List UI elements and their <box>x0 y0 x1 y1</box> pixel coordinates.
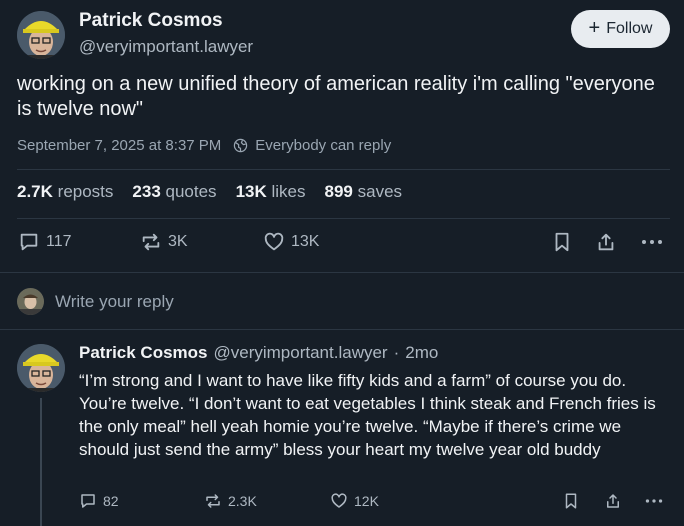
share-icon <box>607 494 619 508</box>
reply-text: “I’m strong and I want to have like fift… <box>79 371 656 459</box>
quotes-stat[interactable]: 233 quotes <box>132 182 216 202</box>
reply-header: Patrick Cosmos @veryimportant.lawyer · 2… <box>79 343 438 363</box>
reply-count: 117 <box>46 233 72 250</box>
like-count: 13K <box>291 233 320 250</box>
author-avatar[interactable] <box>17 11 65 59</box>
more-icon <box>645 499 663 503</box>
reposts-stat[interactable]: 2.7K reposts <box>17 182 113 202</box>
like-action[interactable]: 13K <box>263 231 319 253</box>
reply-separator: · <box>393 343 400 362</box>
plus-icon: + <box>588 17 601 39</box>
globe-icon <box>233 138 248 153</box>
post-date[interactable]: September 7, 2025 at 8:37 PM <box>17 137 221 154</box>
divider <box>0 272 684 273</box>
divider <box>17 218 670 219</box>
more-icon <box>642 240 662 244</box>
reply-bookmark-button[interactable] <box>562 492 580 510</box>
share-button[interactable] <box>595 231 617 253</box>
reply-repost-count: 2.3K <box>228 493 257 509</box>
post-meta: September 7, 2025 at 8:37 PM Everybody c… <box>17 137 391 154</box>
reply-icon <box>81 494 95 508</box>
bookmark-icon <box>555 232 569 252</box>
share-icon <box>598 233 614 251</box>
author-handle[interactable]: @veryimportant.lawyer <box>79 37 253 57</box>
reply-icon <box>20 233 38 251</box>
divider <box>17 169 670 170</box>
like-icon <box>331 493 347 508</box>
divider <box>0 329 684 330</box>
avatar-image <box>17 11 65 59</box>
follow-button[interactable]: + Follow <box>571 10 670 48</box>
like-icon <box>264 232 284 251</box>
reply-repost-action[interactable]: 2.3K <box>204 492 257 510</box>
reply-reply-count: 82 <box>103 493 119 509</box>
reply-composer[interactable]: Write your reply <box>17 288 174 315</box>
current-user-avatar <box>17 288 44 315</box>
author-name[interactable]: Patrick Cosmos <box>79 10 223 32</box>
reply-share-button[interactable] <box>604 492 622 510</box>
reply-reply-action[interactable]: 82 <box>79 492 119 510</box>
likes-stat[interactable]: 13K likes <box>236 182 306 202</box>
follow-label: Follow <box>606 20 653 37</box>
reply-more-options-button[interactable] <box>644 492 664 510</box>
bookmark-icon <box>565 493 577 509</box>
repost-icon <box>142 233 160 251</box>
reply-like-action[interactable]: 12K <box>330 492 379 510</box>
saves-stat[interactable]: 899 saves <box>325 182 403 202</box>
reply-action[interactable]: 117 <box>18 231 72 253</box>
reply-input[interactable]: Write your reply <box>55 292 174 312</box>
reply-author-handle[interactable]: @veryimportant.lawyer <box>214 343 388 363</box>
thread-line <box>40 398 42 526</box>
post-stats: 2.7K reposts 233 quotes 13K likes 899 sa… <box>17 182 402 202</box>
reply-like-count: 12K <box>354 493 379 509</box>
more-options-button[interactable] <box>640 231 664 253</box>
repost-action[interactable]: 3K <box>140 231 188 253</box>
repost-icon <box>206 494 220 508</box>
repost-count: 3K <box>168 233 188 250</box>
reply-author-name[interactable]: Patrick Cosmos <box>79 343 208 363</box>
post-text: working on a new unified theory of ameri… <box>17 73 655 120</box>
reply-age[interactable]: 2mo <box>405 343 438 363</box>
avatar-image <box>17 344 65 392</box>
reply-author-avatar[interactable] <box>17 344 65 392</box>
reply-setting[interactable]: Everybody can reply <box>255 137 391 154</box>
bookmark-button[interactable] <box>551 231 573 253</box>
